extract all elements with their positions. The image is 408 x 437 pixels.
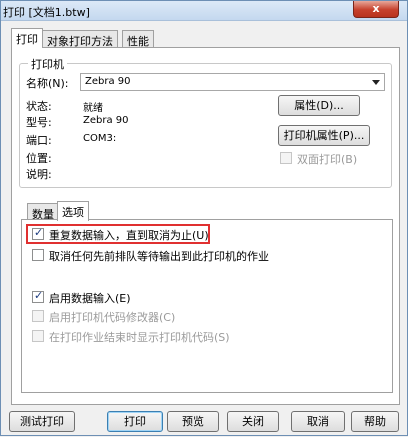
option-printer-code-modifier[interactable]: 启用打印机代码修改器(C): [32, 308, 192, 324]
enable-data-entry-checkbox[interactable]: ✓: [32, 289, 44, 303]
option-enable-data-entry[interactable]: ✓ 启用数据输入(E): [32, 289, 152, 305]
tab-object-print-method[interactable]: 对象打印方法: [42, 30, 118, 48]
comment-label: 说明:: [26, 168, 52, 181]
duplex-checkbox-row[interactable]: 双面打印(B): [280, 150, 380, 166]
option-label: 启用打印机代码修改器(C): [49, 311, 176, 324]
window-title: 打印 [文档1.btw]: [3, 6, 90, 19]
printer-code-modifier-checkbox[interactable]: [32, 310, 44, 322]
status-value: 就绪: [83, 103, 103, 114]
chevron-down-icon: [372, 80, 380, 85]
port-value: COM3:: [83, 133, 117, 144]
dialog-button-bar: 测试打印 打印 预览 关闭 取消 帮助: [1, 409, 407, 437]
printer-properties-button[interactable]: 打印机属性(P)...: [278, 125, 370, 146]
option-label: 重复数据输入，直到取消为止(U): [49, 229, 209, 242]
cancel-queued-jobs-checkbox[interactable]: [32, 249, 44, 261]
model-value: Zebra 90: [83, 115, 129, 126]
options-panel: ✓ 重复数据输入，直到取消为止(U) 取消任何先前排队等待输出到此打印机的作业 …: [21, 219, 393, 393]
preview-button[interactable]: 预览: [167, 411, 219, 432]
repeat-data-entry-checkbox[interactable]: ✓: [32, 226, 44, 240]
tab-quantity[interactable]: 数量: [27, 203, 59, 221]
option-repeat-data-entry[interactable]: ✓ 重复数据输入，直到取消为止(U): [32, 226, 209, 242]
close-button[interactable]: 关闭: [227, 411, 279, 432]
tab-options[interactable]: 选项: [57, 201, 89, 221]
model-label: 型号:: [26, 116, 52, 129]
show-printer-code-checkbox[interactable]: [32, 330, 44, 342]
printer-name-combo[interactable]: Zebra 90: [80, 73, 385, 91]
status-label: 状态:: [26, 100, 52, 113]
print-button[interactable]: 打印: [107, 411, 163, 432]
test-print-button[interactable]: 测试打印: [9, 411, 75, 432]
printer-group-title: 打印机: [28, 56, 67, 72]
close-window-button[interactable]: x: [353, 1, 399, 18]
printer-group: 打印机 名称(N): Zebra 90 状态: 就绪 型号: Zebra 90 …: [19, 56, 392, 188]
option-label: 取消任何先前排队等待输出到此打印机的作业: [49, 250, 269, 263]
option-cancel-queued-jobs[interactable]: 取消任何先前排队等待输出到此打印机的作业: [32, 247, 292, 263]
tab-performance[interactable]: 性能: [122, 30, 154, 48]
option-label: 启用数据输入(E): [49, 292, 131, 305]
tab-print[interactable]: 打印: [11, 28, 43, 48]
printer-name-label: 名称(N):: [26, 77, 69, 90]
printer-name-value: Zebra 90: [85, 76, 131, 87]
cancel-button[interactable]: 取消: [291, 411, 345, 432]
title-bar[interactable]: 打印 [文档1.btw] x: [1, 1, 407, 21]
close-icon: x: [372, 2, 380, 15]
print-dialog: 打印 [文档1.btw] x 打印 对象打印方法 性能 打印机 名称(N): Z…: [0, 0, 408, 436]
port-label: 端口:: [26, 134, 52, 147]
duplex-label: 双面打印(B): [297, 153, 358, 166]
help-button[interactable]: 帮助: [351, 411, 399, 432]
check-icon: ✓: [34, 226, 44, 239]
duplex-checkbox[interactable]: [280, 152, 292, 164]
option-label: 在打印作业结束时显示打印机代码(S): [49, 331, 230, 344]
check-icon: ✓: [34, 289, 44, 302]
location-label: 位置:: [26, 152, 52, 165]
properties-button[interactable]: 属性(D)...: [278, 95, 360, 116]
option-show-printer-code[interactable]: 在打印作业结束时显示打印机代码(S): [32, 328, 252, 344]
